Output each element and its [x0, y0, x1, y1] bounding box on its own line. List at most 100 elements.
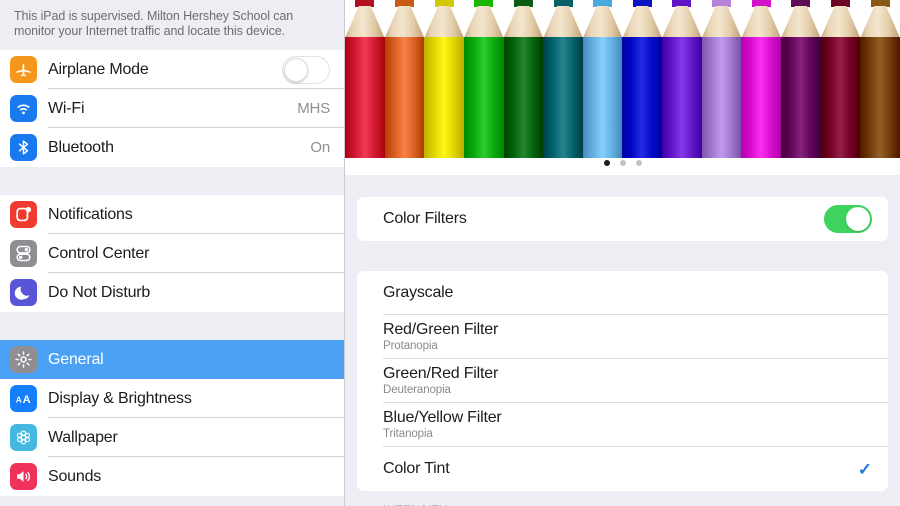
pencil-wood — [821, 6, 861, 38]
filter-option-label: Green/Red Filter — [383, 365, 498, 383]
intensity-header: INTENSITY — [357, 491, 888, 506]
sidebar-item-label: Control Center — [48, 245, 149, 263]
filter-option-text: Green/Red FilterDeuteranopia — [383, 359, 498, 403]
display-brightness-icon: A A — [10, 385, 37, 412]
pencil-wood — [583, 6, 623, 38]
filter-option-label: Red/Green Filter — [383, 321, 498, 339]
checkmark-icon: ✓ — [858, 461, 872, 478]
sidebar-item-control-center[interactable]: Control Center — [0, 234, 344, 273]
pencil — [583, 0, 623, 158]
filter-option-row[interactable]: Color Tint ✓ — [357, 447, 888, 491]
filter-option-label: Color Tint — [383, 460, 449, 478]
filter-option-text: Blue/Yellow FilterTritanopia — [383, 403, 502, 447]
sidebar-item-wifi[interactable]: Wi-Fi MHS — [0, 89, 344, 128]
page-indicator-dots[interactable] — [345, 160, 900, 166]
pencil-lead — [514, 0, 533, 7]
page-dot[interactable] — [604, 160, 610, 166]
pencil-barrel — [504, 37, 544, 158]
pencil-wood — [504, 6, 544, 38]
color-filters-label: Color Filters — [383, 210, 467, 228]
sidebar-item-label: Display & Brightness — [48, 390, 192, 408]
settings-sidebar[interactable]: This iPad is supervised. Milton Hershey … — [0, 0, 345, 506]
sidebar-item-sounds[interactable]: Sounds — [0, 457, 344, 496]
pencil — [424, 0, 464, 158]
gear-icon — [10, 346, 37, 373]
supervision-notice: This iPad is supervised. Milton Hershey … — [0, 0, 344, 50]
pencil-barrel — [424, 37, 464, 158]
sidebar-item-label: Wallpaper — [48, 429, 118, 447]
pencil — [504, 0, 544, 158]
pencil-barrel — [741, 37, 781, 158]
pencil-barrel — [464, 37, 504, 158]
ipad-settings-screen: This iPad is supervised. Milton Hershey … — [0, 0, 900, 506]
filter-option-text: Color Tint — [383, 454, 449, 485]
sidebar-item-label: Wi-Fi — [48, 100, 84, 118]
pencil-lead — [395, 0, 414, 7]
airplane-mode-toggle[interactable] — [282, 56, 330, 84]
intensity-section: INTENSITY — [357, 491, 888, 506]
pencil-wood — [662, 6, 702, 38]
pencil — [741, 0, 781, 158]
sidebar-item-label: General — [48, 351, 104, 369]
pencil-wood — [464, 6, 504, 38]
sidebar-item-display-brightness[interactable]: A A Display & Brightness — [0, 379, 344, 418]
pencil-wood — [781, 6, 821, 38]
pencil-lead — [791, 0, 810, 7]
pencil-lead — [831, 0, 850, 7]
pencil — [860, 0, 900, 158]
page-dot[interactable] — [620, 160, 626, 166]
notifications-icon — [10, 201, 37, 228]
sidebar-item-general[interactable]: General — [0, 340, 344, 379]
pencil — [781, 0, 821, 158]
detail-gap — [345, 175, 900, 197]
pencil-lead — [554, 0, 573, 7]
sidebar-item-label: Notifications — [48, 206, 133, 224]
pencil-wood — [622, 6, 662, 38]
pencil — [821, 0, 861, 158]
filter-option-row[interactable]: Grayscale — [357, 271, 888, 315]
pencil-wood — [543, 6, 583, 38]
filter-option-row[interactable]: Red/Green FilterProtanopia — [357, 315, 888, 359]
wifi-icon — [10, 95, 37, 122]
pencil-wood — [860, 6, 900, 38]
do-not-disturb-icon — [10, 279, 37, 306]
sidebar-item-do-not-disturb[interactable]: Do Not Disturb — [0, 273, 344, 312]
sidebar-item-wallpaper[interactable]: Wallpaper — [0, 418, 344, 457]
pencil-barrel — [345, 37, 385, 158]
pencil-lead — [871, 0, 890, 7]
pencil-wood — [702, 6, 742, 38]
sidebar-item-label: Sounds — [48, 468, 101, 486]
color-filters-toggle[interactable] — [824, 205, 872, 233]
sidebar-group-gap — [0, 167, 344, 195]
bluetooth-state-value: On — [310, 139, 330, 156]
filter-option-label: Blue/Yellow Filter — [383, 409, 502, 427]
toggle-knob — [846, 207, 870, 231]
page-dot[interactable] — [636, 160, 642, 166]
svg-text:A: A — [22, 394, 30, 406]
pencil — [622, 0, 662, 158]
pencil-barrel — [385, 37, 425, 158]
sidebar-item-label: Airplane Mode — [48, 61, 149, 79]
pencil — [543, 0, 583, 158]
sounds-icon — [10, 463, 37, 490]
pencil-lead — [435, 0, 454, 7]
pencil — [385, 0, 425, 158]
pencil-barrel — [821, 37, 861, 158]
pencil-barrel — [543, 37, 583, 158]
pencil — [702, 0, 742, 158]
sidebar-item-airplane-mode[interactable]: Airplane Mode — [0, 50, 344, 89]
toggle-knob — [284, 58, 308, 82]
pencil — [662, 0, 702, 158]
color-filters-detail-panel: Color Filters GrayscaleRed/Green FilterP… — [345, 0, 900, 506]
sidebar-group-preferences: General A A Display & Brightness — [0, 340, 344, 496]
sidebar-item-bluetooth[interactable]: Bluetooth On — [0, 128, 344, 167]
pencil-lead — [752, 0, 771, 7]
pencil-barrel — [702, 37, 742, 158]
filter-option-row[interactable]: Blue/Yellow FilterTritanopia — [357, 403, 888, 447]
sidebar-item-notifications[interactable]: Notifications — [0, 195, 344, 234]
sidebar-group-gap — [0, 312, 344, 340]
color-pencils-preview[interactable] — [345, 0, 900, 175]
color-filters-row[interactable]: Color Filters — [357, 197, 888, 241]
pencil-lead — [633, 0, 652, 7]
filter-option-row[interactable]: Green/Red FilterDeuteranopia — [357, 359, 888, 403]
